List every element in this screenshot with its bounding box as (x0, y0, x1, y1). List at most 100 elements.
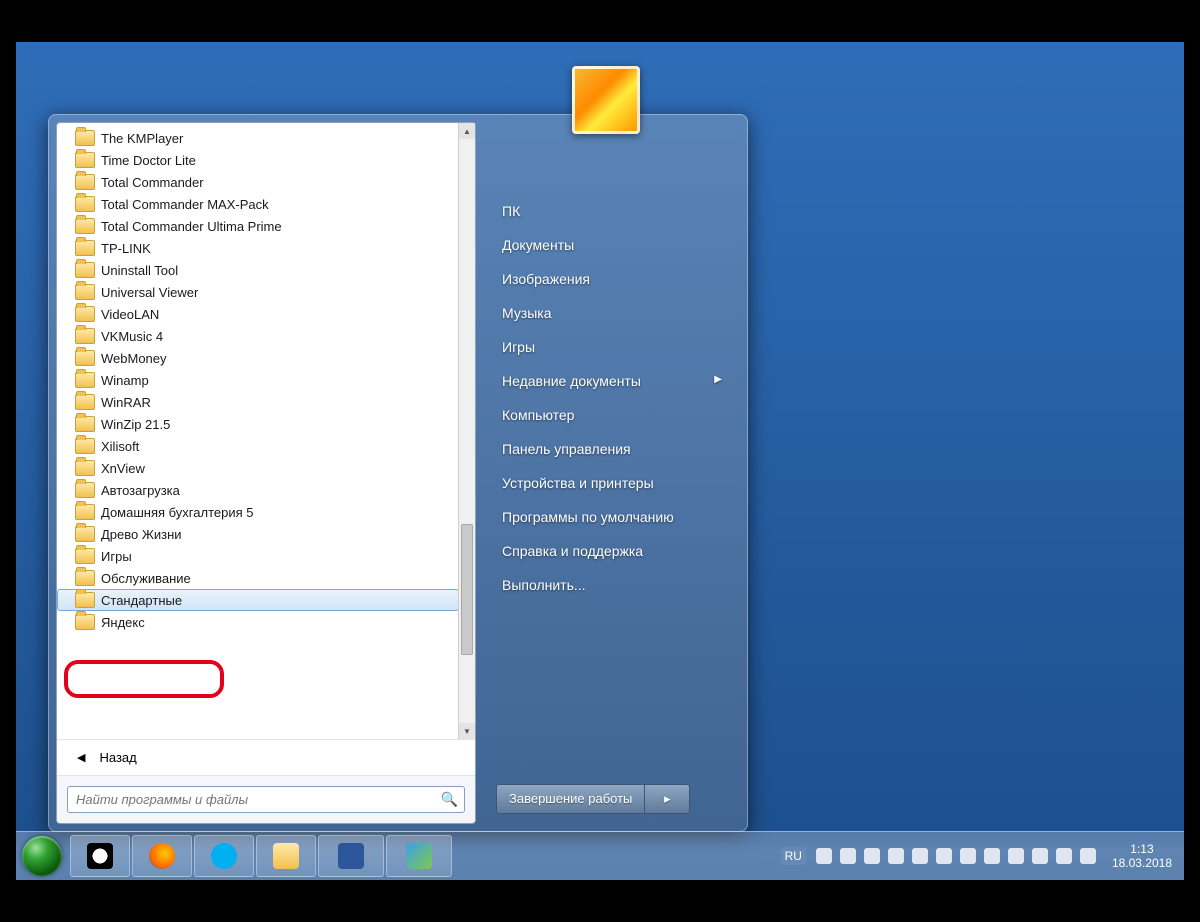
taskbar-app-explorer[interactable] (256, 835, 316, 877)
tray-icon[interactable] (888, 848, 904, 864)
program-folder-item[interactable]: Total Commander (57, 171, 459, 193)
folder-icon (75, 416, 95, 432)
shutdown-group: Завершение работы ▸ (496, 784, 690, 814)
program-folder-item[interactable]: TP-LINK (57, 237, 459, 259)
start-button[interactable] (16, 832, 68, 880)
folder-icon (75, 394, 95, 410)
folder-icon (75, 614, 95, 630)
programs-scrollbar[interactable]: ▲ ▼ (458, 123, 475, 739)
tray-icon[interactable] (912, 848, 928, 864)
start-menu-link[interactable]: Справка и поддержка (496, 534, 726, 568)
shutdown-options-button[interactable]: ▸ (645, 784, 690, 814)
folder-icon (75, 196, 95, 212)
program-folder-item[interactable]: Яндекс (57, 611, 459, 633)
program-folder-item[interactable]: Автозагрузка (57, 479, 459, 501)
taskbar-app-control-panel[interactable] (386, 835, 452, 877)
start-menu-link[interactable]: Панель управления (496, 432, 726, 466)
folder-icon (75, 438, 95, 454)
network-icon[interactable] (1056, 848, 1072, 864)
program-folder-item[interactable]: XnView (57, 457, 459, 479)
tray-icon[interactable] (984, 848, 1000, 864)
start-menu-link[interactable]: Изображения (496, 262, 726, 296)
explorer-icon (273, 843, 299, 869)
screen: The KMPlayer Time Doctor Lite Total Comman… (0, 0, 1200, 922)
folder-icon (75, 262, 95, 278)
start-menu-link[interactable]: Недавние документы▶ (496, 364, 726, 398)
tray-icon[interactable] (936, 848, 952, 864)
start-menu-link[interactable]: Программы по умолчанию (496, 500, 726, 534)
language-indicator[interactable]: RU (781, 847, 806, 865)
tray-icon[interactable] (816, 848, 832, 864)
taskbar-app-word[interactable] (318, 835, 384, 877)
program-folder-item[interactable]: Обслуживание (57, 567, 459, 589)
program-label: Uninstall Tool (101, 263, 178, 278)
program-label: Обслуживание (101, 571, 191, 586)
scroll-down-button[interactable]: ▼ (459, 723, 475, 739)
shutdown-button[interactable]: Завершение работы (496, 784, 645, 814)
desktop: The KMPlayer Time Doctor Lite Total Comman… (16, 42, 1184, 880)
back-label: Назад (99, 750, 136, 765)
program-label: Total Commander Ultima Prime (101, 219, 282, 234)
program-folder-item[interactable]: WinRAR (57, 391, 459, 413)
taskbar-clock[interactable]: 1:13 18.03.2018 (1106, 842, 1178, 870)
program-label: Winamp (101, 373, 149, 388)
program-folder-item[interactable]: WinZip 21.5 (57, 413, 459, 435)
tray-icon[interactable] (840, 848, 856, 864)
program-label: Time Doctor Lite (101, 153, 196, 168)
tray-icon[interactable] (1032, 848, 1048, 864)
start-menu-link[interactable]: Документы (496, 228, 726, 262)
folder-icon (75, 350, 95, 366)
taskbar-app-firefox[interactable] (132, 835, 192, 877)
taskbar-app-skype[interactable] (194, 835, 254, 877)
program-folder-item[interactable]: Древо Жизни (57, 523, 459, 545)
program-folder-item[interactable]: The KMPlayer (57, 127, 459, 149)
start-menu: The KMPlayer Time Doctor Lite Total Comman… (48, 114, 748, 832)
folder-icon (75, 174, 95, 190)
program-label: WebMoney (101, 351, 167, 366)
program-label: XnView (101, 461, 145, 476)
program-folder-item[interactable]: Time Doctor Lite (57, 149, 459, 171)
program-folder-item[interactable]: Домашняя бухгалтерия 5 (57, 501, 459, 523)
program-folder-item[interactable]: Uninstall Tool (57, 259, 459, 281)
start-menu-link[interactable]: Выполнить... (496, 568, 726, 602)
program-folder-item[interactable]: Universal Viewer (57, 281, 459, 303)
program-folder-item[interactable]: WebMoney (57, 347, 459, 369)
program-folder-item[interactable]: Total Commander MAX-Pack (57, 193, 459, 215)
program-folder-item[interactable]: Winamp (57, 369, 459, 391)
taskbar-app-1[interactable] (70, 835, 130, 877)
folder-icon (75, 592, 95, 608)
start-menu-link[interactable]: Игры (496, 330, 726, 364)
program-folder-item[interactable]: Стандартные (57, 589, 459, 611)
program-folder-item[interactable]: Игры (57, 545, 459, 567)
tray-icon[interactable] (1008, 848, 1024, 864)
program-folder-item[interactable]: VKMusic 4 (57, 325, 459, 347)
folder-icon (75, 328, 95, 344)
back-row[interactable]: ◀ Назад (57, 739, 475, 775)
tray-icon[interactable] (864, 848, 880, 864)
program-folder-item[interactable]: Total Commander Ultima Prime (57, 215, 459, 237)
search-box[interactable]: 🔍 (67, 786, 465, 813)
scroll-track[interactable] (459, 139, 475, 723)
program-folder-item[interactable]: VideoLAN (57, 303, 459, 325)
start-menu-link[interactable]: Компьютер (496, 398, 726, 432)
app-icon (87, 843, 113, 869)
search-input[interactable] (74, 791, 441, 808)
program-label: Total Commander (101, 175, 204, 190)
search-row: 🔍 (57, 775, 475, 823)
program-label: Total Commander MAX-Pack (101, 197, 269, 212)
folder-icon (75, 460, 95, 476)
program-label: Xilisoft (101, 439, 139, 454)
scroll-thumb[interactable] (461, 524, 473, 654)
start-menu-link[interactable]: Устройства и принтеры (496, 466, 726, 500)
start-menu-link[interactable]: ПК (496, 194, 726, 228)
program-label: Universal Viewer (101, 285, 198, 300)
scroll-up-button[interactable]: ▲ (459, 123, 475, 139)
volume-icon[interactable] (1080, 848, 1096, 864)
program-label: VideoLAN (101, 307, 159, 322)
tray-icon[interactable] (960, 848, 976, 864)
folder-icon (75, 306, 95, 322)
control-panel-icon (406, 843, 432, 869)
program-folder-item[interactable]: Xilisoft (57, 435, 459, 457)
folder-icon (75, 548, 95, 564)
start-menu-link[interactable]: Музыка (496, 296, 726, 330)
